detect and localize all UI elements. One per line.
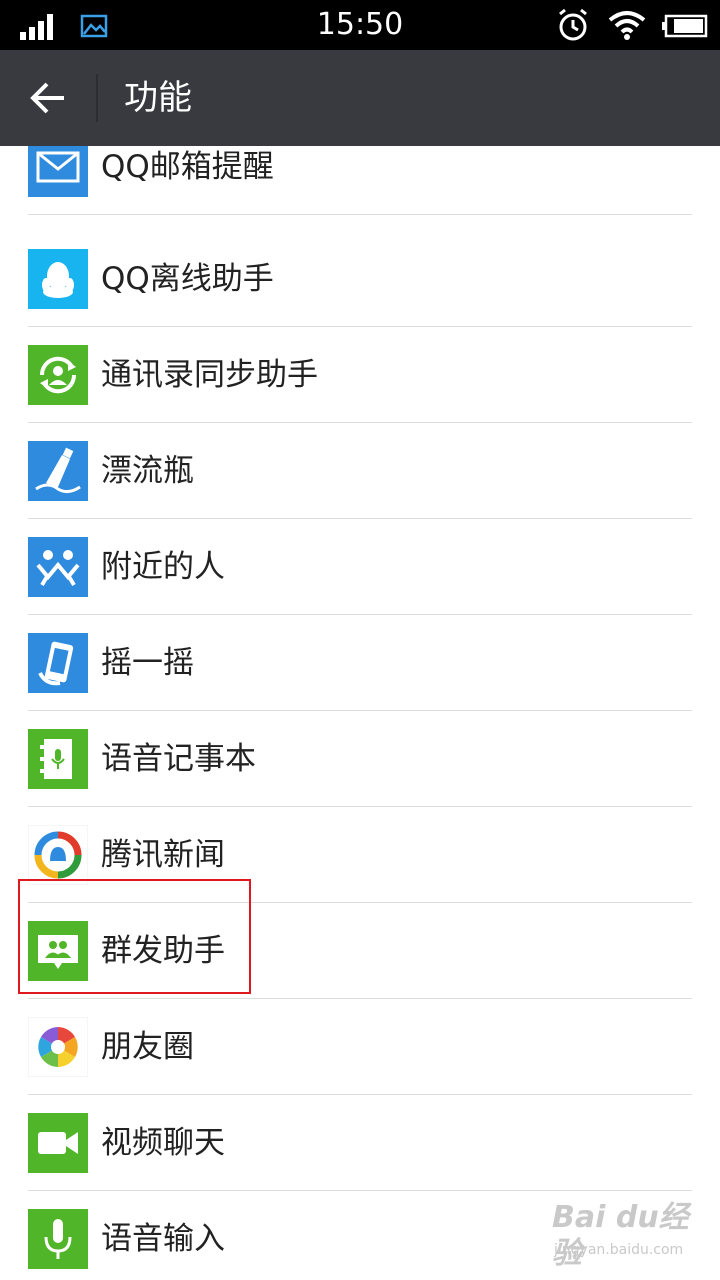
qq-penguin-icon <box>28 249 88 309</box>
voice-notebook-icon <box>28 729 88 789</box>
page-title: 功能 <box>124 78 192 118</box>
app-bar: 功能 <box>0 50 720 146</box>
voice-input-icon <box>28 1209 88 1269</box>
wifi-icon <box>608 11 646 40</box>
alarm-icon <box>559 8 587 41</box>
people-nearby-icon <box>28 537 88 597</box>
list-item-people-nearby[interactable]: 附近的人 <box>0 514 720 615</box>
list-item-qq-offline[interactable]: QQ离线助手 <box>0 226 720 327</box>
list-item-label: 摇一摇 <box>101 645 194 681</box>
list-item-label: QQ邮箱提醒 <box>101 149 274 185</box>
list-item-label: 语音输入 <box>101 1221 225 1257</box>
moments-icon <box>28 1017 88 1077</box>
feature-list: QQ邮箱提醒 QQ离线助手 通讯录同步助手 漂流瓶 附近的人 摇一摇 语音记事本… <box>0 146 720 1280</box>
list-item-label: 视频聊天 <box>101 1125 225 1161</box>
watermark-url: jingyan.baidu.com <box>554 1242 684 1258</box>
shake-icon <box>28 633 88 693</box>
mail-icon <box>28 146 88 197</box>
list-item-qq-mail[interactable]: QQ邮箱提醒 <box>0 146 720 226</box>
highlight-box <box>18 879 251 994</box>
list-item-label: 通讯录同步助手 <box>101 357 318 393</box>
list-item-label: QQ离线助手 <box>101 261 274 297</box>
app-bar-divider <box>96 74 98 122</box>
divider <box>28 214 692 215</box>
list-item-label: 漂流瓶 <box>101 453 194 489</box>
battery-icon <box>662 14 708 38</box>
list-item-drift-bottle[interactable]: 漂流瓶 <box>0 418 720 519</box>
drift-bottle-icon <box>28 441 88 501</box>
watermark-brand: Bai du经验 <box>552 1200 689 1271</box>
list-item-video-chat[interactable]: 视频聊天 <box>0 1090 720 1191</box>
contact-sync-icon <box>28 345 88 405</box>
video-chat-icon <box>28 1113 88 1173</box>
list-item-contact-sync[interactable]: 通讯录同步助手 <box>0 322 720 423</box>
list-item-moments[interactable]: 朋友圈 <box>0 994 720 1095</box>
list-item-label: 语音记事本 <box>101 741 256 777</box>
list-item-label: 腾讯新闻 <box>101 837 225 873</box>
status-bar: 15:50 <box>0 0 720 50</box>
list-item-label: 朋友圈 <box>101 1029 194 1065</box>
back-arrow-icon[interactable] <box>28 80 68 116</box>
list-item-voice-notebook[interactable]: 语音记事本 <box>0 706 720 807</box>
tencent-news-icon <box>28 825 88 885</box>
watermark: Bai du经验 jingyan.baidu.com <box>552 1200 712 1271</box>
list-item-label: 附近的人 <box>101 549 225 585</box>
list-item-shake[interactable]: 摇一摇 <box>0 610 720 711</box>
